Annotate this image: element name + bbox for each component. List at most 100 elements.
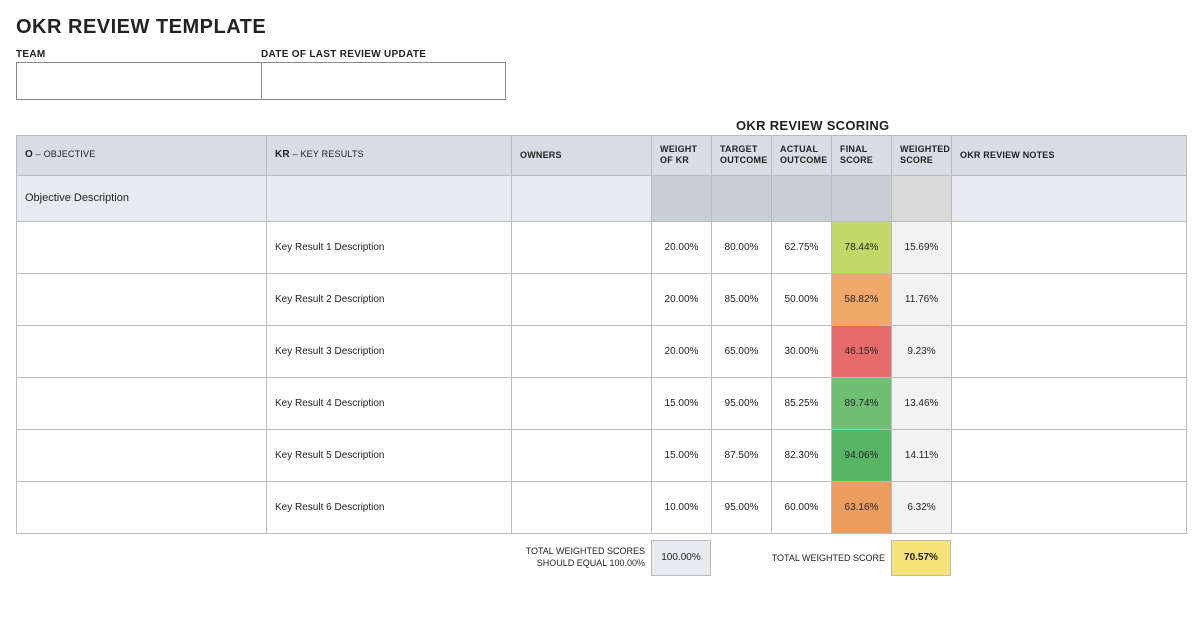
- col-actual: ACTUAL OUTCOME: [772, 136, 832, 176]
- kr-weight[interactable]: 20.00%: [652, 325, 712, 377]
- table-row: Key Result 5 Description 15.00%87.50%82.3…: [17, 429, 1187, 481]
- totals-weight-box: 100.00%: [651, 540, 711, 576]
- date-input[interactable]: [261, 62, 506, 100]
- objective-description[interactable]: Objective Description: [17, 175, 267, 221]
- kr-objective-cell: [17, 429, 267, 481]
- kr-target[interactable]: 87.50%: [712, 429, 772, 481]
- col-objective-prefix: O: [25, 149, 33, 160]
- kr-target[interactable]: 85.00%: [712, 273, 772, 325]
- kr-objective-cell: [17, 221, 267, 273]
- col-kr-suffix: – KEY RESULTS: [290, 149, 364, 159]
- kr-weight[interactable]: 10.00%: [652, 481, 712, 533]
- kr-final-score: 46.15%: [832, 325, 892, 377]
- table-row: Key Result 6 Description 10.00%95.00%60.0…: [17, 481, 1187, 533]
- kr-actual[interactable]: 62.75%: [772, 221, 832, 273]
- objective-owners-blank: [512, 175, 652, 221]
- kr-actual[interactable]: 30.00%: [772, 325, 832, 377]
- table-row: Key Result 3 Description 20.00%65.00%30.0…: [17, 325, 1187, 377]
- kr-notes[interactable]: [952, 325, 1187, 377]
- col-weighted: WEIGHTED SCORE: [892, 136, 952, 176]
- kr-description[interactable]: Key Result 5 Description: [267, 429, 512, 481]
- totals-right-label: TOTAL WEIGHTED SCORE: [711, 553, 891, 563]
- totals-left-line1: TOTAL WEIGHTED SCORES: [526, 546, 645, 556]
- kr-weighted-score: 6.32%: [892, 481, 952, 533]
- okr-table: O – OBJECTIVE KR – KEY RESULTS OWNERS WE…: [16, 135, 1187, 534]
- scoring-header: OKR REVIEW SCORING: [736, 118, 1185, 133]
- kr-weight[interactable]: 15.00%: [652, 429, 712, 481]
- col-target: TARGET OUTCOME: [712, 136, 772, 176]
- col-owners: OWNERS: [512, 136, 652, 176]
- col-final: FINAL SCORE: [832, 136, 892, 176]
- totals-left-label: TOTAL WEIGHTED SCORES SHOULD EQUAL 100.0…: [511, 546, 651, 569]
- objective-kr-blank: [267, 175, 512, 221]
- kr-owners[interactable]: [512, 429, 652, 481]
- col-kr-prefix: KR: [275, 149, 290, 160]
- kr-objective-cell: [17, 325, 267, 377]
- kr-weight[interactable]: 20.00%: [652, 273, 712, 325]
- kr-target[interactable]: 65.00%: [712, 325, 772, 377]
- kr-weighted-score: 9.23%: [892, 325, 952, 377]
- kr-owners[interactable]: [512, 377, 652, 429]
- kr-final-score: 94.06%: [832, 429, 892, 481]
- totals-row: TOTAL WEIGHTED SCORES SHOULD EQUAL 100.0…: [16, 540, 1186, 576]
- kr-weight[interactable]: 15.00%: [652, 377, 712, 429]
- kr-notes[interactable]: [952, 377, 1187, 429]
- kr-description[interactable]: Key Result 2 Description: [267, 273, 512, 325]
- kr-notes[interactable]: [952, 221, 1187, 273]
- kr-target[interactable]: 95.00%: [712, 377, 772, 429]
- objective-weighted-blank: [892, 175, 952, 221]
- kr-notes[interactable]: [952, 481, 1187, 533]
- col-kr: KR – KEY RESULTS: [267, 136, 512, 176]
- kr-objective-cell: [17, 377, 267, 429]
- kr-description[interactable]: Key Result 3 Description: [267, 325, 512, 377]
- team-label: TEAM: [16, 49, 261, 60]
- col-objective: O – OBJECTIVE: [17, 136, 267, 176]
- objective-actual-blank: [772, 175, 832, 221]
- date-block: DATE OF LAST REVIEW UPDATE: [261, 49, 506, 100]
- kr-objective-cell: [17, 481, 267, 533]
- kr-owners[interactable]: [512, 481, 652, 533]
- objective-row: Objective Description: [17, 175, 1187, 221]
- kr-actual[interactable]: 50.00%: [772, 273, 832, 325]
- col-objective-suffix: – OBJECTIVE: [33, 149, 95, 159]
- kr-weighted-score: 13.46%: [892, 377, 952, 429]
- table-row: Key Result 2 Description 20.00%85.00%50.0…: [17, 273, 1187, 325]
- kr-weighted-score: 14.11%: [892, 429, 952, 481]
- table-header-row: O – OBJECTIVE KR – KEY RESULTS OWNERS WE…: [17, 136, 1187, 176]
- kr-weighted-score: 11.76%: [892, 273, 952, 325]
- kr-weighted-score: 15.69%: [892, 221, 952, 273]
- kr-notes[interactable]: [952, 273, 1187, 325]
- totals-left-line2: SHOULD EQUAL 100.00%: [537, 558, 645, 568]
- col-notes: OKR REVIEW NOTES: [952, 136, 1187, 176]
- kr-owners[interactable]: [512, 273, 652, 325]
- kr-actual[interactable]: 82.30%: [772, 429, 832, 481]
- kr-final-score: 58.82%: [832, 273, 892, 325]
- kr-final-score: 63.16%: [832, 481, 892, 533]
- kr-notes[interactable]: [952, 429, 1187, 481]
- kr-description[interactable]: Key Result 4 Description: [267, 377, 512, 429]
- objective-notes-blank: [952, 175, 1187, 221]
- kr-final-score: 89.74%: [832, 377, 892, 429]
- kr-owners[interactable]: [512, 325, 652, 377]
- kr-description[interactable]: Key Result 1 Description: [267, 221, 512, 273]
- kr-target[interactable]: 95.00%: [712, 481, 772, 533]
- objective-target-blank: [712, 175, 772, 221]
- objective-final-blank: [832, 175, 892, 221]
- page-title: OKR REVIEW TEMPLATE: [16, 16, 1185, 39]
- team-block: TEAM: [16, 49, 261, 100]
- date-label: DATE OF LAST REVIEW UPDATE: [261, 49, 506, 60]
- kr-actual[interactable]: 60.00%: [772, 481, 832, 533]
- kr-target[interactable]: 80.00%: [712, 221, 772, 273]
- kr-owners[interactable]: [512, 221, 652, 273]
- col-weight: WEIGHT OF KR: [652, 136, 712, 176]
- meta-row: TEAM DATE OF LAST REVIEW UPDATE: [16, 49, 1185, 100]
- objective-weight-blank: [652, 175, 712, 221]
- kr-weight[interactable]: 20.00%: [652, 221, 712, 273]
- kr-description[interactable]: Key Result 6 Description: [267, 481, 512, 533]
- kr-final-score: 78.44%: [832, 221, 892, 273]
- totals-final-box: 70.57%: [891, 540, 951, 576]
- kr-objective-cell: [17, 273, 267, 325]
- team-input[interactable]: [16, 62, 261, 100]
- kr-actual[interactable]: 85.25%: [772, 377, 832, 429]
- table-row: Key Result 4 Description 15.00%95.00%85.2…: [17, 377, 1187, 429]
